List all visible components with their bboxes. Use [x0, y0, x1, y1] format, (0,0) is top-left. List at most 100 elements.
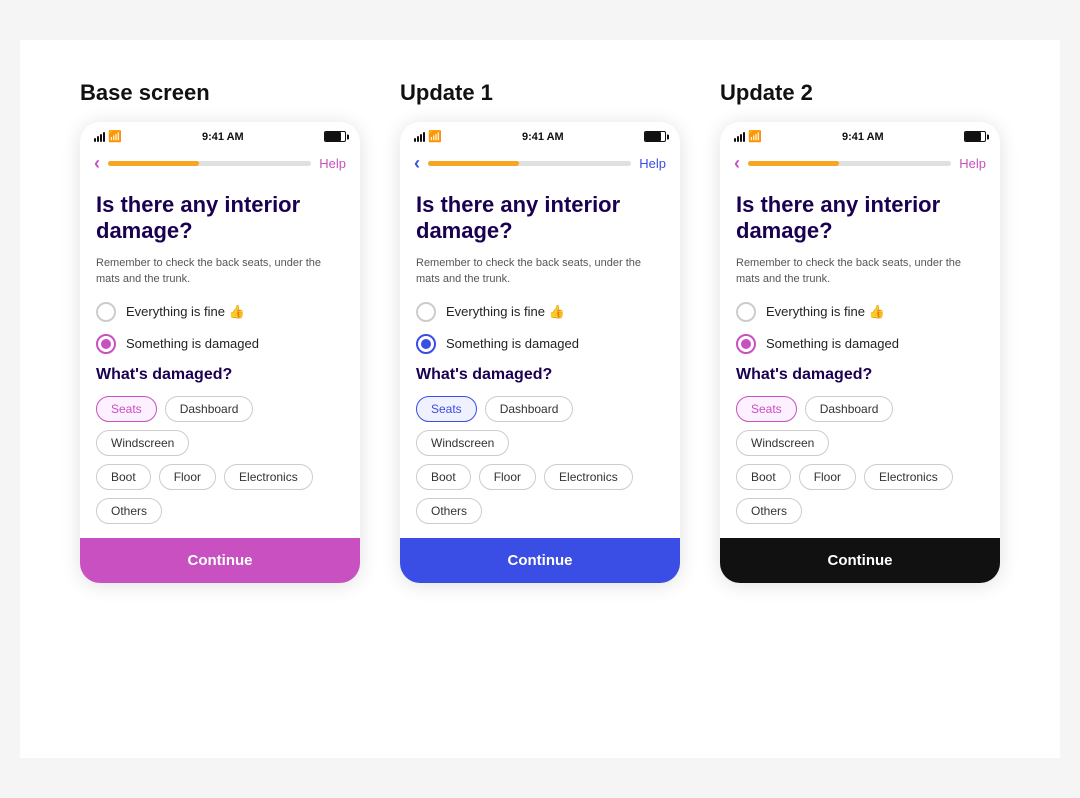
bar3 [100, 134, 102, 142]
phone-content-u1: Is there any interior damage? Remember t… [400, 182, 680, 524]
signal-icon-u1 [414, 132, 425, 142]
chip-others-base[interactable]: Others [96, 498, 162, 524]
wifi-icon-u1: 📶 [428, 130, 442, 143]
screen-title-update2: Update 2 [720, 80, 813, 106]
question-subtitle-u2: Remember to check the back seats, under … [736, 255, 984, 288]
chip-row-1-u2: Seats Dashboard Windscreen [736, 396, 984, 456]
radio-label-fine-u1: Everything is fine 👍 [446, 304, 565, 320]
page-wrapper: Base screen 📶 9:41 AM [20, 40, 1060, 758]
bar1-u1 [414, 138, 416, 142]
screen-column-update2: Update 2 📶 9:41 AM [720, 80, 1000, 583]
bar1-u2 [734, 138, 736, 142]
chip-boot-u1[interactable]: Boot [416, 464, 471, 490]
radio-circle-damaged-base [96, 334, 116, 354]
help-button-u2[interactable]: Help [959, 156, 986, 171]
radio-option-fine-u1[interactable]: Everything is fine 👍 [416, 302, 664, 322]
progress-area-u1: ‹ Help [400, 147, 680, 182]
chip-windscreen-base[interactable]: Windscreen [96, 430, 189, 456]
continue-button-u1[interactable]: Continue [400, 538, 680, 583]
chip-row-3-u1: Others [416, 498, 664, 524]
bar4 [103, 132, 105, 142]
chip-row-2-u2: Boot Floor Electronics [736, 464, 984, 490]
chip-windscreen-u2[interactable]: Windscreen [736, 430, 829, 456]
damaged-title-u1: What's damaged? [416, 366, 664, 384]
chip-windscreen-u1[interactable]: Windscreen [416, 430, 509, 456]
chip-row-3-u2: Others [736, 498, 984, 524]
chip-electronics-u1[interactable]: Electronics [544, 464, 633, 490]
chip-electronics-base[interactable]: Electronics [224, 464, 313, 490]
back-button-u2[interactable]: ‹ [734, 153, 740, 174]
chip-seats-u1[interactable]: Seats [416, 396, 477, 422]
status-bar-update2: 📶 9:41 AM [720, 122, 1000, 147]
question-subtitle-u1: Remember to check the back seats, under … [416, 255, 664, 288]
status-bar-update1: 📶 9:41 AM [400, 122, 680, 147]
radio-inner-base [101, 339, 111, 349]
phone-frame-update2: 📶 9:41 AM ‹ Help Is there any interior d… [720, 122, 1000, 583]
progress-track-u1 [428, 161, 631, 166]
damaged-title-base: What's damaged? [96, 366, 344, 384]
chip-dashboard-base[interactable]: Dashboard [165, 396, 254, 422]
progress-fill-u2 [748, 161, 839, 166]
help-button-base[interactable]: Help [319, 156, 346, 171]
chip-row-3-base: Others [96, 498, 344, 524]
radio-inner-u2 [741, 339, 751, 349]
progress-track-u2 [748, 161, 951, 166]
radio-label-damaged-base: Something is damaged [126, 336, 259, 351]
chip-floor-base[interactable]: Floor [159, 464, 216, 490]
question-title-u2: Is there any interior damage? [736, 192, 984, 245]
chip-electronics-u2[interactable]: Electronics [864, 464, 953, 490]
radio-option-fine-base[interactable]: Everything is fine 👍 [96, 302, 344, 322]
screen-column-base: Base screen 📶 9:41 AM [80, 80, 360, 583]
bar2-u2 [737, 136, 739, 142]
battery-icon-u2 [964, 131, 986, 142]
radio-option-damaged-u2[interactable]: Something is damaged [736, 334, 984, 354]
chip-dashboard-u2[interactable]: Dashboard [805, 396, 894, 422]
bar3-u1 [420, 134, 422, 142]
chip-seats-base[interactable]: Seats [96, 396, 157, 422]
radio-circle-fine-u1 [416, 302, 436, 322]
radio-label-damaged-u2: Something is damaged [766, 336, 899, 351]
bar2-u1 [417, 136, 419, 142]
chip-floor-u2[interactable]: Floor [799, 464, 856, 490]
time-display-u2: 9:41 AM [842, 131, 884, 143]
chip-others-u1[interactable]: Others [416, 498, 482, 524]
signal-area-u2: 📶 [734, 130, 762, 143]
progress-track-base [108, 161, 311, 166]
chip-others-u2[interactable]: Others [736, 498, 802, 524]
radio-option-damaged-u1[interactable]: Something is damaged [416, 334, 664, 354]
continue-button-u2[interactable]: Continue [720, 538, 1000, 583]
chip-boot-u2[interactable]: Boot [736, 464, 791, 490]
progress-area-base: ‹ Help [80, 147, 360, 182]
back-button-u1[interactable]: ‹ [414, 153, 420, 174]
back-button-base[interactable]: ‹ [94, 153, 100, 174]
damaged-title-u2: What's damaged? [736, 366, 984, 384]
phone-frame-base: 📶 9:41 AM ‹ Help Is there any interior d… [80, 122, 360, 583]
continue-button-base[interactable]: Continue [80, 538, 360, 583]
radio-option-damaged-base[interactable]: Something is damaged [96, 334, 344, 354]
wifi-icon-u2: 📶 [748, 130, 762, 143]
radio-inner-u1 [421, 339, 431, 349]
radio-label-fine-base: Everything is fine 👍 [126, 304, 245, 320]
help-button-u1[interactable]: Help [639, 156, 666, 171]
screens-container: Base screen 📶 9:41 AM [80, 80, 1000, 583]
time-display-base: 9:41 AM [202, 131, 244, 143]
chip-boot-base[interactable]: Boot [96, 464, 151, 490]
phone-frame-update1: 📶 9:41 AM ‹ Help Is there any interior d… [400, 122, 680, 583]
chip-seats-u2[interactable]: Seats [736, 396, 797, 422]
signal-area-u1: 📶 [414, 130, 442, 143]
radio-label-damaged-u1: Something is damaged [446, 336, 579, 351]
screen-title-update1: Update 1 [400, 80, 493, 106]
progress-fill-base [108, 161, 199, 166]
phone-content-base: Is there any interior damage? Remember t… [80, 182, 360, 524]
radio-option-fine-u2[interactable]: Everything is fine 👍 [736, 302, 984, 322]
chip-dashboard-u1[interactable]: Dashboard [485, 396, 574, 422]
question-subtitle-base: Remember to check the back seats, under … [96, 255, 344, 288]
progress-area-u2: ‹ Help [720, 147, 1000, 182]
signal-area: 📶 [94, 130, 122, 143]
signal-icon [94, 132, 105, 142]
battery-icon [324, 131, 346, 142]
chip-row-2-base: Boot Floor Electronics [96, 464, 344, 490]
question-title-base: Is there any interior damage? [96, 192, 344, 245]
chip-row-2-u1: Boot Floor Electronics [416, 464, 664, 490]
chip-floor-u1[interactable]: Floor [479, 464, 536, 490]
